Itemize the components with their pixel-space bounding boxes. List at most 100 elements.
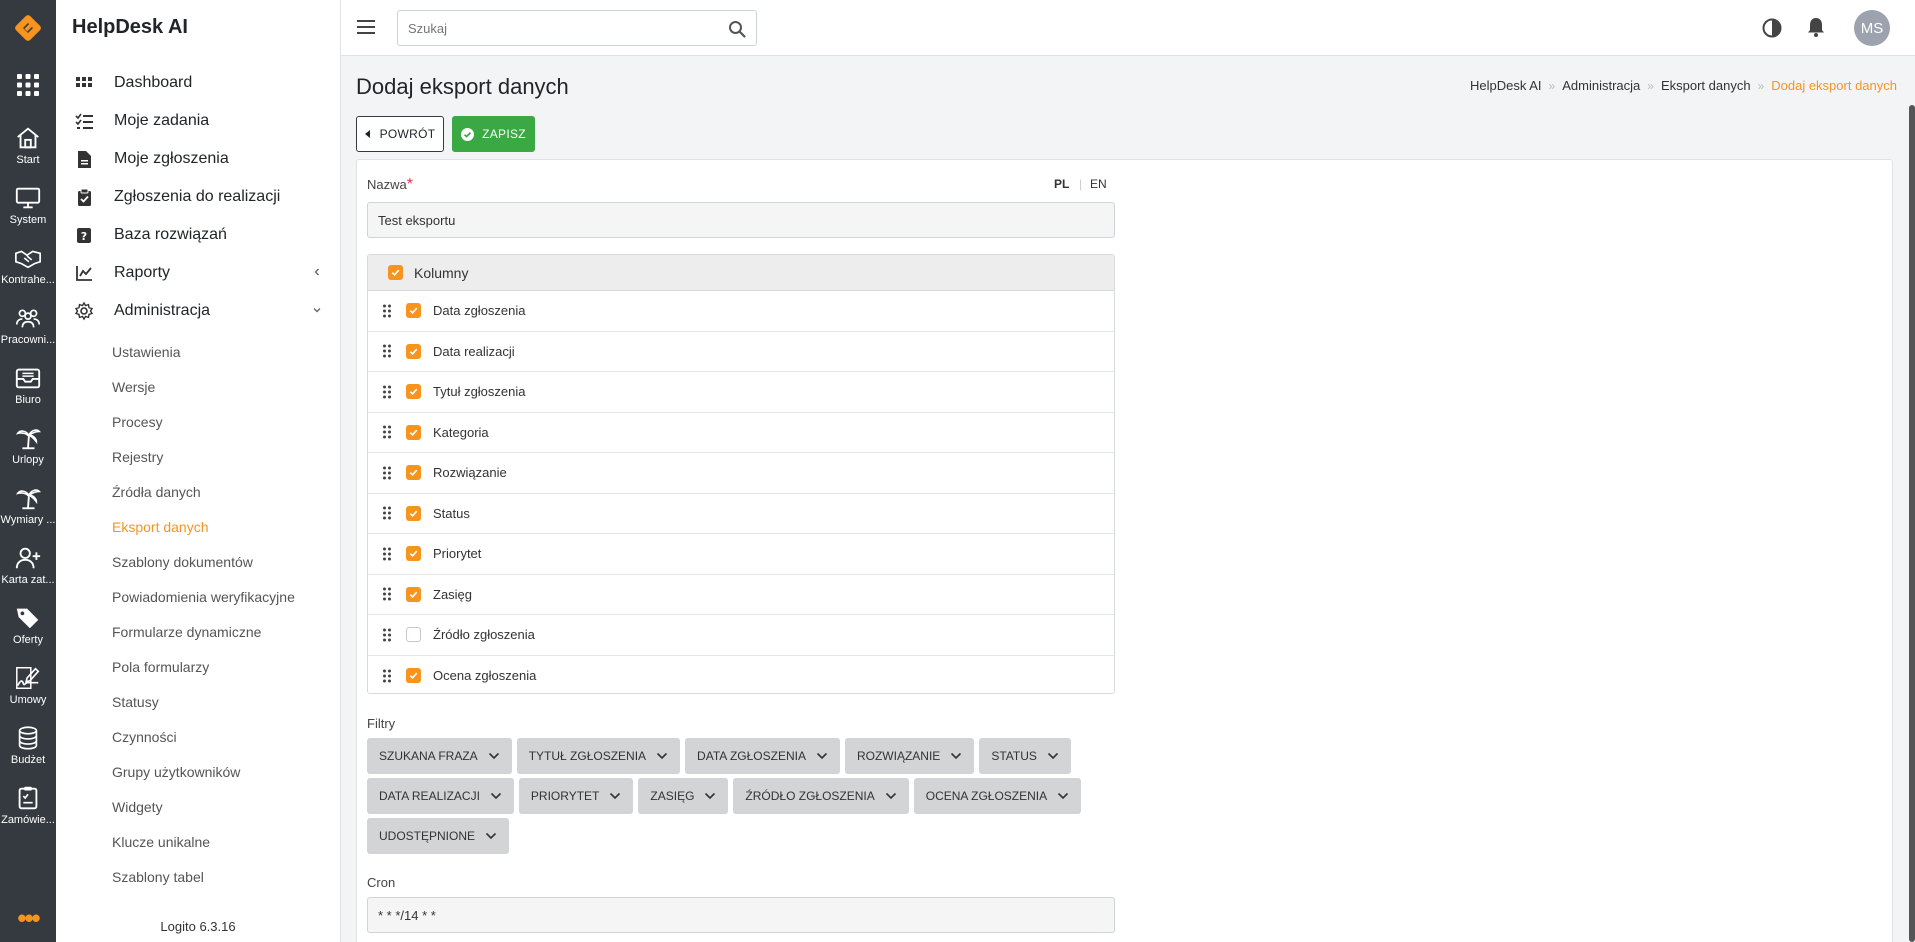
drag-handle-icon[interactable] bbox=[382, 669, 392, 683]
cron-input[interactable]: * * */14 * * bbox=[367, 897, 1115, 933]
chevron-down-icon[interactable] bbox=[312, 305, 322, 315]
column-checkbox[interactable] bbox=[406, 586, 421, 602]
app-logo[interactable] bbox=[0, 0, 56, 56]
column-checkbox[interactable] bbox=[406, 303, 421, 319]
signature-icon bbox=[16, 666, 40, 690]
lang-separator: | bbox=[1079, 177, 1083, 191]
lang-tab-en[interactable]: EN bbox=[1090, 177, 1107, 191]
sidebar-subitem-0[interactable]: Ustawienia bbox=[56, 334, 340, 369]
column-checkbox[interactable] bbox=[406, 424, 421, 440]
sidebar-item-2[interactable]: Moje zgłoszenia bbox=[56, 140, 340, 178]
column-checkbox[interactable] bbox=[406, 505, 421, 521]
breadcrumb-item[interactable]: HelpDesk AI bbox=[1470, 78, 1542, 93]
rail-item-6[interactable]: Wymiary ... bbox=[0, 480, 56, 538]
column-checkbox[interactable] bbox=[406, 343, 421, 359]
theme-toggle-icon[interactable] bbox=[1761, 17, 1783, 39]
sidebar-subitem-4[interactable]: Źródła danych bbox=[56, 474, 340, 509]
filter-dropdown[interactable]: ŹRÓDŁO ZGŁOSZENIA bbox=[733, 778, 909, 814]
filter-dropdown[interactable]: DATA REALIZACJI bbox=[367, 778, 514, 814]
sidebar-subitem-11[interactable]: Czynności bbox=[56, 719, 340, 754]
sidebar-subitem-12[interactable]: Grupy użytkowników bbox=[56, 754, 340, 789]
drag-handle-icon[interactable] bbox=[382, 628, 392, 642]
drag-handle-icon[interactable] bbox=[382, 587, 392, 601]
filter-dropdown[interactable]: DATA ZGŁOSZENIA bbox=[685, 738, 840, 774]
lang-tab-pl[interactable]: PL bbox=[1054, 177, 1069, 191]
chevron-down-icon bbox=[488, 752, 499, 760]
rail-item-7[interactable]: Karta zat... bbox=[0, 540, 56, 598]
rail-item-3[interactable]: Pracowni... bbox=[0, 300, 56, 358]
sidebar-subitem-10[interactable]: Statusy bbox=[56, 684, 340, 719]
drag-handle-icon[interactable] bbox=[382, 385, 392, 399]
drag-handle-icon[interactable] bbox=[382, 506, 392, 520]
hamburger-menu-icon[interactable] bbox=[355, 16, 377, 38]
rail-item-2[interactable]: Kontrahe... bbox=[0, 240, 56, 298]
sidebar-item-0[interactable]: Dashboard bbox=[56, 64, 340, 102]
search-icon[interactable] bbox=[728, 20, 746, 38]
sidebar-subitem-2[interactable]: Procesy bbox=[56, 404, 340, 439]
sidebar-subitem-7[interactable]: Powiadomienia weryfikacyjne bbox=[56, 579, 340, 614]
filter-dropdown[interactable]: ROZWIĄZANIE bbox=[844, 738, 975, 774]
rail-item-8[interactable]: Oferty bbox=[0, 600, 56, 658]
drag-handle-icon[interactable] bbox=[382, 547, 392, 561]
drag-handle-icon[interactable] bbox=[382, 304, 392, 318]
notifications-bell-icon[interactable] bbox=[1805, 16, 1827, 38]
more-apps-button[interactable]: ••• bbox=[0, 894, 56, 942]
column-checkbox[interactable] bbox=[406, 546, 421, 562]
apps-grid-icon[interactable] bbox=[0, 70, 56, 100]
rail-item-label: Urlopy bbox=[12, 454, 44, 466]
coins-icon bbox=[18, 726, 38, 750]
rail-item-5[interactable]: Urlopy bbox=[0, 420, 56, 478]
columns-select-all-checkbox[interactable] bbox=[388, 265, 403, 280]
sidebar-subitem-9[interactable]: Pola formularzy bbox=[56, 649, 340, 684]
name-input[interactable]: Test eksportu bbox=[367, 202, 1115, 238]
rail-item-1[interactable]: System bbox=[0, 180, 56, 238]
sidebar-item-6[interactable]: Administracja bbox=[56, 292, 340, 330]
column-checkbox[interactable] bbox=[406, 465, 421, 481]
chevron-left-icon[interactable] bbox=[312, 267, 322, 277]
rail-item-0[interactable]: Start bbox=[0, 120, 56, 178]
save-button[interactable]: ZAPISZ bbox=[452, 116, 535, 152]
sidebar-subitem-6[interactable]: Szablony dokumentów bbox=[56, 544, 340, 579]
breadcrumb-separator: » bbox=[1647, 78, 1654, 93]
column-checkbox[interactable] bbox=[406, 384, 421, 400]
filter-dropdown[interactable]: PRIORYTET bbox=[518, 778, 634, 814]
search-input[interactable] bbox=[398, 11, 718, 45]
column-label: Data zgłoszenia bbox=[433, 303, 526, 319]
page-scrollbar[interactable] bbox=[1909, 105, 1915, 942]
column-label: Tytuł zgłoszenia bbox=[433, 384, 526, 400]
sidebar-item-5[interactable]: Raporty bbox=[56, 254, 340, 292]
columns-header[interactable]: Kolumny bbox=[368, 255, 1114, 291]
drag-handle-icon[interactable] bbox=[382, 344, 392, 358]
filter-chip-row: UDOSTĘPNIONE bbox=[367, 818, 1127, 854]
rail-item-9[interactable]: Umowy bbox=[0, 660, 56, 718]
sidebar-item-4[interactable]: ? Baza rozwiązań bbox=[56, 216, 340, 254]
filter-dropdown[interactable]: SZUKANA FRAZA bbox=[367, 738, 512, 774]
user-avatar[interactable]: MS bbox=[1854, 10, 1890, 46]
rail-item-4[interactable]: Biuro bbox=[0, 360, 56, 418]
breadcrumb-item[interactable]: Administracja bbox=[1562, 78, 1640, 93]
sidebar-subitem-1[interactable]: Wersje bbox=[56, 369, 340, 404]
app-version: Logito 6.3.16 bbox=[160, 919, 236, 934]
column-checkbox[interactable] bbox=[406, 668, 421, 684]
filter-dropdown[interactable]: OCENA ZGŁOSZENIA bbox=[913, 778, 1082, 814]
sidebar-item-3[interactable]: Zgłoszenia do realizacji bbox=[56, 178, 340, 216]
sidebar-subitem-13[interactable]: Widgety bbox=[56, 789, 340, 824]
sidebar-subitem-5[interactable]: Eksport danych bbox=[56, 509, 340, 544]
sidebar-subitem-15[interactable]: Szablony tabel bbox=[56, 859, 340, 894]
sidebar-subitem-14[interactable]: Klucze unikalne bbox=[56, 824, 340, 859]
filter-dropdown[interactable]: UDOSTĘPNIONE bbox=[367, 818, 510, 854]
filter-dropdown[interactable]: ZASIĘG bbox=[638, 778, 729, 814]
column-label: Źródło zgłoszenia bbox=[433, 627, 535, 643]
rail-item-10[interactable]: Budżet bbox=[0, 720, 56, 778]
filter-dropdown[interactable]: TYTUŁ ZGŁOSZENIA bbox=[516, 738, 681, 774]
drag-handle-icon[interactable] bbox=[382, 466, 392, 480]
sidebar-item-1[interactable]: Moje zadania bbox=[56, 102, 340, 140]
drag-handle-icon[interactable] bbox=[382, 425, 392, 439]
back-button[interactable]: POWRÓT bbox=[356, 116, 444, 152]
breadcrumb-item[interactable]: Eksport danych bbox=[1661, 78, 1751, 93]
filter-dropdown[interactable]: STATUS bbox=[979, 738, 1071, 774]
sidebar-subitem-3[interactable]: Rejestry bbox=[56, 439, 340, 474]
column-checkbox[interactable] bbox=[406, 627, 421, 643]
rail-item-11[interactable]: Zamówie... bbox=[0, 780, 56, 838]
sidebar-subitem-8[interactable]: Formularze dynamiczne bbox=[56, 614, 340, 649]
